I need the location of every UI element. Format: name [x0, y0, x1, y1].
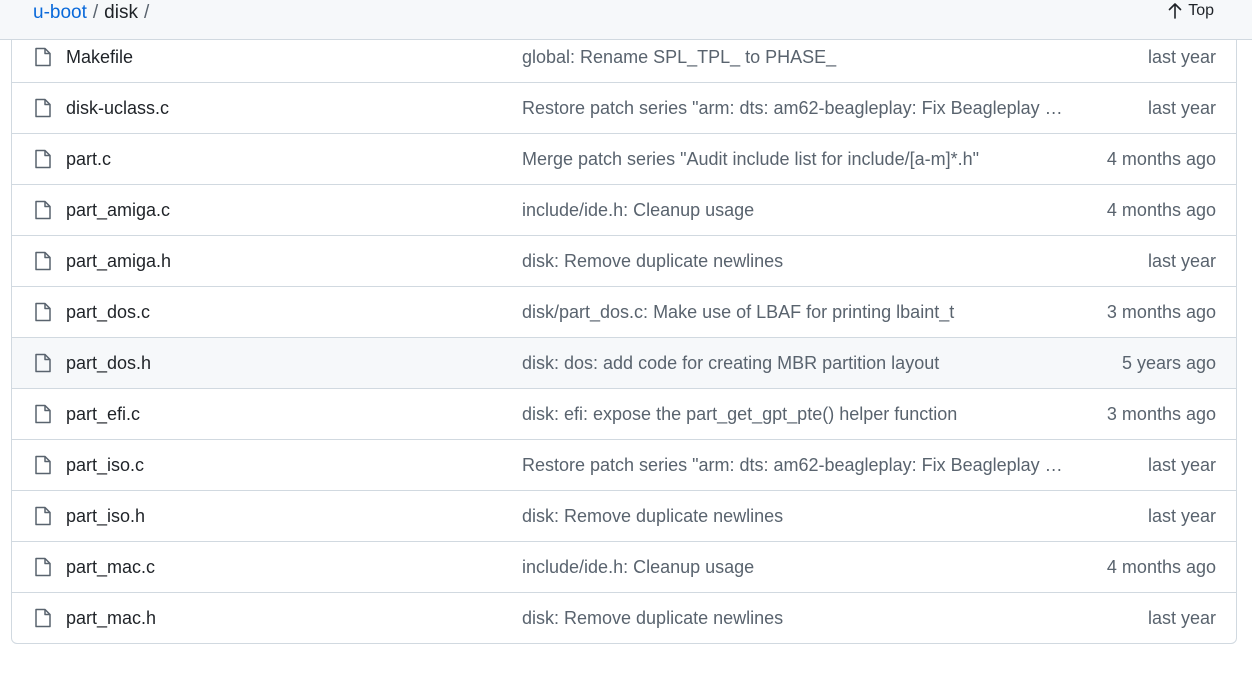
breadcrumb-separator: /: [92, 2, 99, 23]
file-row[interactable]: part.c Merge patch series "Audit include …: [12, 133, 1236, 184]
file-row[interactable]: part_efi.c disk: efi: expose the part_get…: [12, 388, 1236, 439]
file-icon: [35, 404, 51, 424]
file-name-link[interactable]: part.c: [66, 149, 111, 169]
file-name-link[interactable]: part_mac.h: [66, 608, 156, 628]
commit-age: last year: [1147, 98, 1216, 118]
commit-age: 5 years ago: [1121, 353, 1216, 373]
file-list: Kconfigdisk: add Tegra PT supportlast ye…: [11, 0, 1237, 644]
commit-message-link[interactable]: disk/part_dos.c: Make use of LBAF for pr…: [522, 302, 1067, 322]
breadcrumb-trailing-separator: /: [143, 2, 150, 23]
file-row[interactable]: part_dos.c disk/part_dos.c: Make use of L…: [12, 286, 1236, 337]
file-row[interactable]: part_mac.c include/ide.h: Cleanup usage 4 …: [12, 541, 1236, 592]
commit-message-link[interactable]: include/ide.h: Cleanup usage: [522, 557, 1067, 577]
breadcrumb-repo-link[interactable]: u-boot: [33, 2, 87, 23]
file-icon: [35, 98, 51, 118]
file-name-link[interactable]: part_dos.h: [66, 353, 151, 373]
file-name-link[interactable]: part_mac.c: [66, 557, 155, 577]
file-row[interactable]: part_mac.h disk: Remove duplicate newline…: [12, 592, 1236, 643]
file-name-link[interactable]: Makefile: [66, 47, 133, 67]
commit-age: 4 months ago: [1106, 557, 1216, 577]
file-name-link[interactable]: part_iso.c: [66, 455, 144, 475]
file-row[interactable]: part_iso.h disk: Remove duplicate newline…: [12, 490, 1236, 541]
file-icon: [35, 302, 51, 322]
commit-age: last year: [1147, 455, 1216, 475]
commit-message-link[interactable]: disk: Remove duplicate newlines: [522, 506, 1067, 526]
commit-message-link[interactable]: disk: efi: expose the part_get_gpt_pte()…: [522, 404, 1067, 424]
commit-age: last year: [1147, 608, 1216, 628]
file-name-link[interactable]: part_amiga.h: [66, 251, 171, 271]
file-row[interactable]: part_amiga.h disk: Remove duplicate newli…: [12, 235, 1236, 286]
file-icon: [35, 353, 51, 373]
commit-message-link[interactable]: disk: Remove duplicate newlines: [522, 608, 1067, 628]
commit-age: last year: [1147, 47, 1216, 67]
file-row[interactable]: part_dos.h disk: dos: add code for creati…: [12, 337, 1236, 388]
file-name-link[interactable]: part_efi.c: [66, 404, 140, 424]
file-icon: [35, 557, 51, 577]
file-name-link[interactable]: disk-uclass.c: [66, 98, 169, 118]
back-to-top-label: Top: [1188, 2, 1214, 19]
file-row[interactable]: disk-uclass.c Restore patch series "arm: …: [12, 82, 1236, 133]
arrow-up-icon: [1168, 3, 1182, 19]
commit-message-link[interactable]: global: Rename SPL_TPL_ to PHASE_: [522, 47, 1067, 67]
commit-age: 3 months ago: [1106, 302, 1216, 322]
file-icon: [35, 200, 51, 220]
commit-message-link[interactable]: disk: dos: add code for creating MBR par…: [522, 353, 1067, 373]
commit-message-link[interactable]: disk: Remove duplicate newlines: [522, 251, 1067, 271]
commit-message-link[interactable]: include/ide.h: Cleanup usage: [522, 200, 1067, 220]
commit-age: 4 months ago: [1106, 200, 1216, 220]
file-icon: [35, 47, 51, 67]
file-name-link[interactable]: part_iso.h: [66, 506, 145, 526]
commit-age: last year: [1147, 251, 1216, 271]
sticky-header: u-boot / disk / Top: [0, 0, 1252, 40]
back-to-top-button[interactable]: Top: [1168, 2, 1214, 20]
file-row[interactable]: part_iso.c Restore patch series "arm: dts…: [12, 439, 1236, 490]
breadcrumb: u-boot / disk /: [33, 2, 155, 24]
file-icon: [35, 608, 51, 628]
file-name-link[interactable]: part_amiga.c: [66, 200, 170, 220]
file-icon: [35, 455, 51, 475]
commit-message-link[interactable]: Restore patch series "arm: dts: am62-bea…: [522, 455, 1067, 475]
file-icon: [35, 251, 51, 271]
breadcrumb-current-dir: disk: [104, 2, 138, 23]
commit-age: 3 months ago: [1106, 404, 1216, 424]
commit-age: 4 months ago: [1106, 149, 1216, 169]
commit-message-link[interactable]: Merge patch series "Audit include list f…: [522, 149, 1067, 169]
commit-age: last year: [1147, 506, 1216, 526]
file-icon: [35, 506, 51, 526]
commit-message-link[interactable]: Restore patch series "arm: dts: am62-bea…: [522, 98, 1067, 118]
file-icon: [35, 149, 51, 169]
file-row[interactable]: part_amiga.c include/ide.h: Cleanup usage…: [12, 184, 1236, 235]
file-name-link[interactable]: part_dos.c: [66, 302, 150, 322]
